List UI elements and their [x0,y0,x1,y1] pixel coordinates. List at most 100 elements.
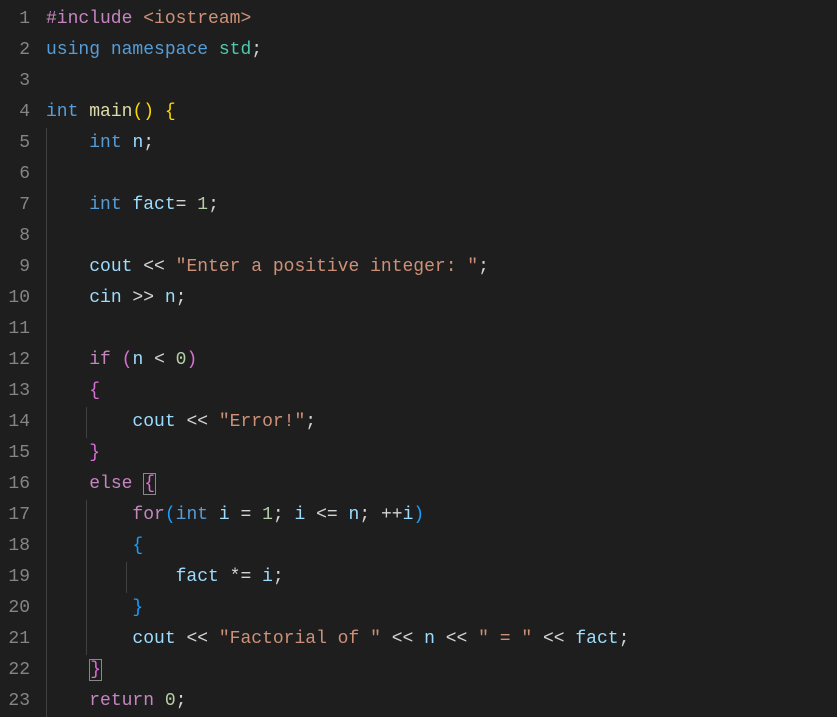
code-token: << [381,629,424,649]
code-token: { [132,536,143,556]
code-token: n [132,133,143,153]
line-number: 8 [8,221,30,252]
code-token [46,288,89,308]
code-editor[interactable]: 1234567891011121314151617181920212223 #i… [0,0,837,716]
code-token: cin [89,288,121,308]
code-token [132,474,143,494]
code-line[interactable]: } [46,593,837,624]
code-line[interactable]: if (n < 0) [46,345,837,376]
code-line[interactable]: for(int i = 1; i <= n; ++i) [46,500,837,531]
indent-guide [46,500,47,531]
code-token: int [89,195,121,215]
code-token: "Enter a positive integer: " [176,257,478,277]
code-token [46,691,89,711]
code-token: main [89,102,132,122]
code-token: 0 [176,350,187,370]
code-content[interactable]: #include <iostream>using namespace std;i… [46,0,837,716]
code-token: " = " [478,629,532,649]
code-token: { [89,381,100,401]
line-number: 4 [8,97,30,128]
code-token: ; [619,629,630,649]
code-token: fact [575,629,618,649]
line-number: 1 [8,4,30,35]
indent-guide [46,128,47,159]
code-line[interactable]: int main() { [46,97,837,128]
code-line[interactable]: return 0; [46,686,837,717]
code-token [46,598,132,618]
code-token: namespace [111,40,208,60]
indent-guide [46,438,47,469]
code-token [46,474,89,494]
code-line[interactable]: cin >> n; [46,283,837,314]
code-line[interactable]: cout << "Factorial of " << n << " = " <<… [46,624,837,655]
indent-guide [46,252,47,283]
code-line[interactable]: int fact= 1; [46,190,837,221]
indent-guide [46,531,47,562]
code-line[interactable]: else { [46,469,837,500]
code-token: fact [132,195,175,215]
code-line[interactable] [46,159,837,190]
code-token: ; [176,691,187,711]
line-number: 20 [8,593,30,624]
code-token [154,102,165,122]
code-token [122,195,133,215]
code-line[interactable] [46,314,837,345]
line-number: 10 [8,283,30,314]
code-token: n [132,350,143,370]
code-token [122,133,133,153]
indent-guide [46,655,47,686]
code-token: ) [186,350,197,370]
code-token [46,660,89,680]
code-token: n [424,629,435,649]
code-token: << [532,629,575,649]
line-number: 2 [8,35,30,66]
code-token [46,505,132,525]
line-number: 19 [8,562,30,593]
indent-guide [46,221,47,252]
code-line[interactable]: using namespace std; [46,35,837,66]
code-line[interactable]: fact *= i; [46,562,837,593]
code-token: "Factorial of " [219,629,381,649]
code-line[interactable]: { [46,376,837,407]
code-token: #include [46,9,132,29]
code-line[interactable]: #include <iostream> [46,4,837,35]
line-number: 22 [8,655,30,686]
code-line[interactable] [46,66,837,97]
code-line[interactable]: { [46,531,837,562]
indent-guide [46,190,47,221]
code-token: { [143,473,156,495]
indent-guide [46,376,47,407]
code-token [208,40,219,60]
line-number: 11 [8,314,30,345]
code-token: "Error!" [219,412,305,432]
code-token: *= [219,567,262,587]
code-token [154,691,165,711]
line-number: 13 [8,376,30,407]
code-token: ; [273,567,284,587]
line-number: 6 [8,159,30,190]
code-token: ; [176,288,187,308]
code-line[interactable]: int n; [46,128,837,159]
code-line[interactable]: } [46,438,837,469]
code-token: using [46,40,100,60]
code-token: < [143,350,175,370]
line-number: 7 [8,190,30,221]
code-token: cout [89,257,132,277]
code-token: return [89,691,154,711]
code-token: i [295,505,306,525]
code-token: for [132,505,164,525]
code-line[interactable]: cout << "Enter a positive integer: "; [46,252,837,283]
code-line[interactable]: cout << "Error!"; [46,407,837,438]
code-line[interactable] [46,221,837,252]
code-token [100,40,111,60]
indent-guide [126,562,127,593]
code-line[interactable]: } [46,655,837,686]
line-number: 15 [8,438,30,469]
code-token: ; [208,195,219,215]
code-token [132,9,143,29]
code-token: } [89,443,100,463]
indent-guide [86,407,87,438]
code-token: ; [305,412,316,432]
indent-guide [46,407,47,438]
code-token: <iostream> [143,9,251,29]
